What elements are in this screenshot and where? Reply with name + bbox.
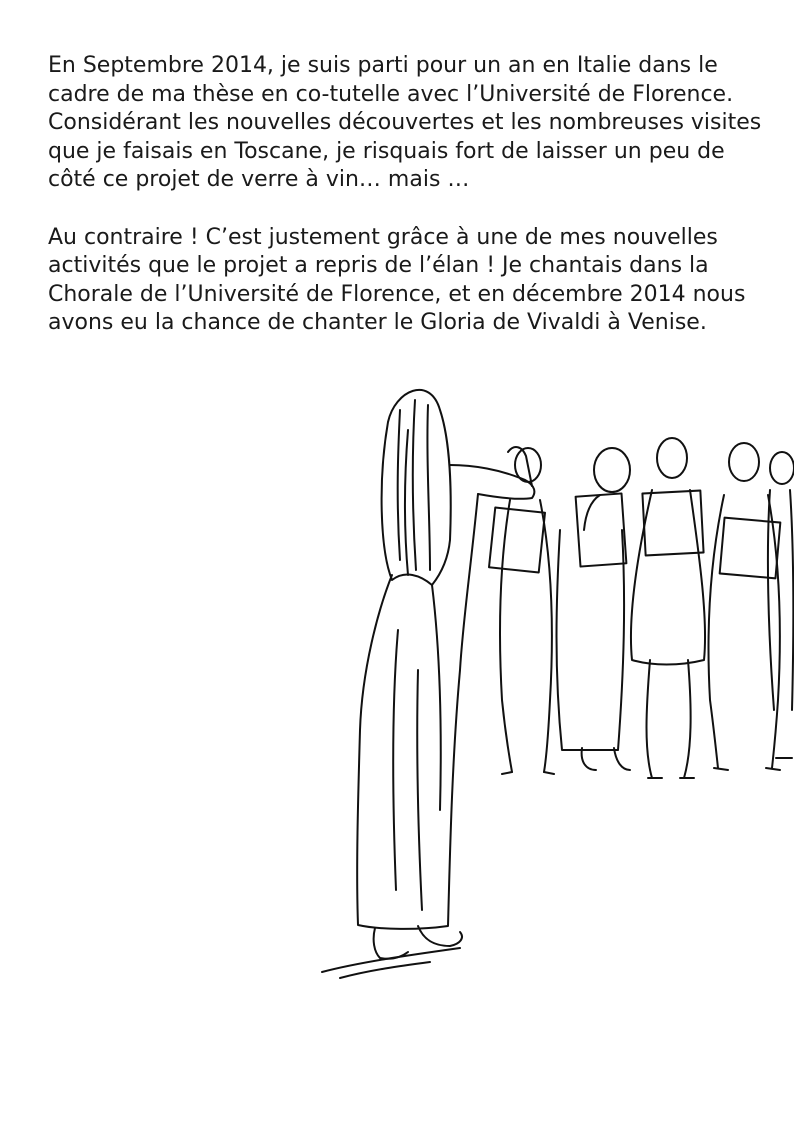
document-page: En Septembre 2014, je suis parti pour un… bbox=[0, 0, 794, 1123]
choir-member bbox=[555, 447, 631, 771]
text-line: avons eu la chance de chanter le Gloria … bbox=[48, 310, 707, 336]
conductor-arm bbox=[449, 464, 536, 500]
text-line: Chorale de l’Université de Florence, et … bbox=[48, 281, 746, 307]
text-line: Considérant les nouvelles découvertes et… bbox=[48, 110, 762, 136]
choir-member bbox=[630, 437, 707, 779]
paragraph-1: En Septembre 2014, je suis parti pour un… bbox=[48, 52, 794, 195]
choir-conductor-sketch-icon bbox=[321, 389, 794, 979]
choir-member bbox=[766, 451, 794, 759]
text-line: En Septembre 2014, je suis parti pour un… bbox=[48, 53, 718, 78]
paragraph-2: Au contraire ! C’est justement grâce à u… bbox=[48, 224, 794, 338]
text-line: que je faisais en Toscane, je risquais f… bbox=[48, 138, 725, 164]
conductor-hair bbox=[380, 389, 452, 586]
text-line: côté ce projet de verre à vin… mais … bbox=[48, 167, 470, 193]
conductor-feet bbox=[372, 927, 409, 960]
text-line: Au contraire ! C’est justement grâce à u… bbox=[48, 224, 718, 250]
text-line: cadre de ma thèse en co-tutelle avec l’U… bbox=[48, 81, 734, 107]
text-line: activités que le projet a repris de l’él… bbox=[48, 253, 709, 279]
choir-conductor-illustration bbox=[300, 370, 794, 1000]
body-text: En Septembre 2014, je suis parti pour un… bbox=[48, 52, 794, 338]
